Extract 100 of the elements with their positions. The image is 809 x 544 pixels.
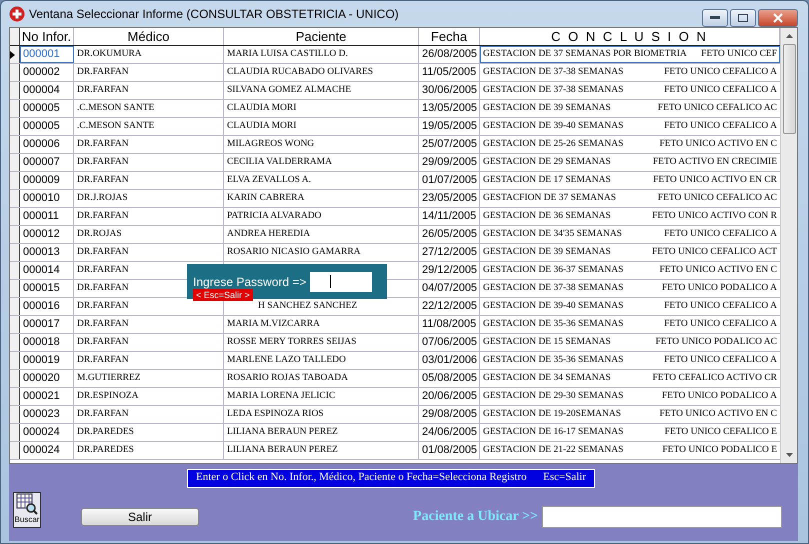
row-header[interactable] bbox=[10, 154, 20, 171]
table-cell[interactable]: 11/05/2005 bbox=[419, 64, 480, 81]
table-cell[interactable]: 000001 bbox=[20, 46, 74, 63]
table-cell[interactable]: DR.OKUMURA bbox=[74, 46, 224, 63]
table-cell[interactable]: 000005 bbox=[20, 118, 74, 135]
row-header[interactable] bbox=[10, 388, 20, 405]
scrollbar[interactable] bbox=[780, 28, 797, 463]
table-cell[interactable]: 000019 bbox=[20, 352, 74, 369]
table-cell[interactable]: 000014 bbox=[20, 262, 74, 279]
table-cell[interactable]: MARIA LUISA CASTILLO D. bbox=[224, 46, 419, 63]
table-cell[interactable]: ROSARIO NICASIO GAMARRA bbox=[224, 244, 419, 261]
table-cell[interactable]: DR.FARFAN bbox=[74, 82, 224, 99]
table-cell[interactable]: 24/06/2005 bbox=[419, 424, 480, 441]
row-header[interactable] bbox=[10, 316, 20, 333]
table-cell[interactable]: 26/08/2005 bbox=[419, 46, 480, 63]
row-header[interactable] bbox=[10, 190, 20, 207]
row-header[interactable] bbox=[10, 370, 20, 387]
table-cell[interactable]: 29/08/2005 bbox=[419, 406, 480, 423]
table-cell[interactable]: 29/09/2005 bbox=[419, 154, 480, 171]
table-cell[interactable]: KARIN CABRERA bbox=[224, 190, 419, 207]
table-cell[interactable]: 04/07/2005 bbox=[419, 280, 480, 297]
search-button[interactable]: Buscar bbox=[13, 492, 41, 528]
row-header[interactable] bbox=[10, 100, 20, 117]
column-header[interactable]: Fecha bbox=[419, 28, 480, 45]
table-cell[interactable]: 000007 bbox=[20, 154, 74, 171]
table-cell[interactable]: 000020 bbox=[20, 370, 74, 387]
table-cell[interactable]: DR.FARFAN bbox=[74, 352, 224, 369]
table-cell[interactable]: 11/08/2005 bbox=[419, 316, 480, 333]
table-cell[interactable]: MARIA M.VIZCARRA bbox=[224, 316, 419, 333]
table-cell[interactable]: LEDA ESPINOZA RIOS bbox=[224, 406, 419, 423]
table-cell[interactable]: 000015 bbox=[20, 280, 74, 297]
row-header[interactable] bbox=[10, 262, 20, 279]
table-cell[interactable]: 000012 bbox=[20, 226, 74, 243]
table-cell[interactable]: 30/06/2005 bbox=[419, 82, 480, 99]
row-header[interactable] bbox=[10, 244, 20, 261]
table-cell[interactable]: DR.FARFAN bbox=[74, 406, 224, 423]
table-cell[interactable]: .C.MESON SANTE bbox=[74, 100, 224, 117]
table-cell[interactable]: .C.MESON SANTE bbox=[74, 118, 224, 135]
table-cell[interactable]: 22/12/2005 bbox=[419, 298, 480, 315]
password-field[interactable] bbox=[310, 272, 372, 292]
table-cell[interactable]: 05/08/2005 bbox=[419, 370, 480, 387]
table-cell[interactable]: 13/05/2005 bbox=[419, 100, 480, 117]
row-header[interactable] bbox=[10, 424, 20, 441]
table-cell[interactable]: ELVA ZEVALLOS A. bbox=[224, 172, 419, 189]
table-cell[interactable]: M.GUTIERREZ bbox=[74, 370, 224, 387]
table-cell[interactable]: ROSARIO ROJAS TABOADA bbox=[224, 370, 419, 387]
table-cell[interactable]: 000018 bbox=[20, 334, 74, 351]
maximize-button[interactable] bbox=[730, 9, 756, 27]
table-cell[interactable]: 000004 bbox=[20, 82, 74, 99]
row-header[interactable] bbox=[10, 136, 20, 153]
table-cell[interactable]: 000009 bbox=[20, 172, 74, 189]
row-header[interactable] bbox=[10, 406, 20, 423]
scroll-thumb[interactable] bbox=[782, 44, 796, 134]
table-cell[interactable]: 000016 bbox=[20, 298, 74, 315]
exit-button[interactable]: Salir bbox=[81, 508, 199, 526]
table-cell[interactable]: 000024 bbox=[20, 442, 74, 459]
table-cell[interactable]: DR.ROJAS bbox=[74, 226, 224, 243]
row-header[interactable] bbox=[10, 82, 20, 99]
table-cell[interactable]: DR.J.ROJAS bbox=[74, 190, 224, 207]
scroll-down-icon[interactable] bbox=[786, 453, 792, 457]
column-header[interactable]: Paciente bbox=[224, 28, 419, 45]
table-cell[interactable]: ANDREA HEREDIA bbox=[224, 226, 419, 243]
table-cell[interactable]: 000006 bbox=[20, 136, 74, 153]
table-cell[interactable]: 19/05/2005 bbox=[419, 118, 480, 135]
table-cell[interactable]: 000013 bbox=[20, 244, 74, 261]
table-cell[interactable]: 07/06/2005 bbox=[419, 334, 480, 351]
table-cell[interactable]: 27/12/2005 bbox=[419, 244, 480, 261]
scroll-up-icon[interactable] bbox=[786, 34, 792, 38]
table-cell[interactable]: DR.PAREDES bbox=[74, 424, 224, 441]
table-cell[interactable]: DR.FARFAN bbox=[74, 136, 224, 153]
table-cell[interactable]: 000011 bbox=[20, 208, 74, 225]
table-cell[interactable]: 29/12/2005 bbox=[419, 262, 480, 279]
table-cell[interactable]: CLAUDIA RUCABADO OLIVARES bbox=[224, 64, 419, 81]
table-cell[interactable]: 23/05/2005 bbox=[419, 190, 480, 207]
table-cell[interactable]: 000002 bbox=[20, 64, 74, 81]
table-cell[interactable]: 01/07/2005 bbox=[419, 172, 480, 189]
table-cell[interactable]: CECILIA VALDERRAMA bbox=[224, 154, 419, 171]
column-header[interactable]: No Infor. bbox=[20, 28, 74, 45]
row-header[interactable] bbox=[10, 118, 20, 135]
table-cell[interactable]: DR.FARFAN bbox=[74, 316, 224, 333]
table-cell[interactable]: DR.FARFAN bbox=[74, 154, 224, 171]
table-cell[interactable]: DR.ESPINOZA bbox=[74, 388, 224, 405]
table-cell[interactable]: DR.FARFAN bbox=[74, 208, 224, 225]
row-header[interactable] bbox=[10, 46, 20, 63]
close-button[interactable] bbox=[758, 9, 798, 27]
table-cell[interactable]: PATRICIA ALVARADO bbox=[224, 208, 419, 225]
table-cell[interactable]: 26/05/2005 bbox=[419, 226, 480, 243]
row-header[interactable] bbox=[10, 208, 20, 225]
table-cell[interactable]: 25/07/2005 bbox=[419, 136, 480, 153]
column-header[interactable]: Médico bbox=[74, 28, 224, 45]
table-cell[interactable]: LILIANA BERAUN PEREZ bbox=[224, 442, 419, 459]
row-header[interactable] bbox=[10, 280, 20, 297]
table-cell[interactable]: 01/08/2005 bbox=[419, 442, 480, 459]
table-cell[interactable]: SILVANA GOMEZ ALMACHE bbox=[224, 82, 419, 99]
table-cell[interactable]: 000023 bbox=[20, 406, 74, 423]
table-cell[interactable]: DR.FARFAN bbox=[74, 334, 224, 351]
table-cell[interactable]: 14/11/2005 bbox=[419, 208, 480, 225]
table-cell[interactable]: CLAUDIA MORI bbox=[224, 100, 419, 117]
patient-search-field[interactable] bbox=[542, 506, 782, 528]
minimize-button[interactable] bbox=[702, 9, 728, 27]
